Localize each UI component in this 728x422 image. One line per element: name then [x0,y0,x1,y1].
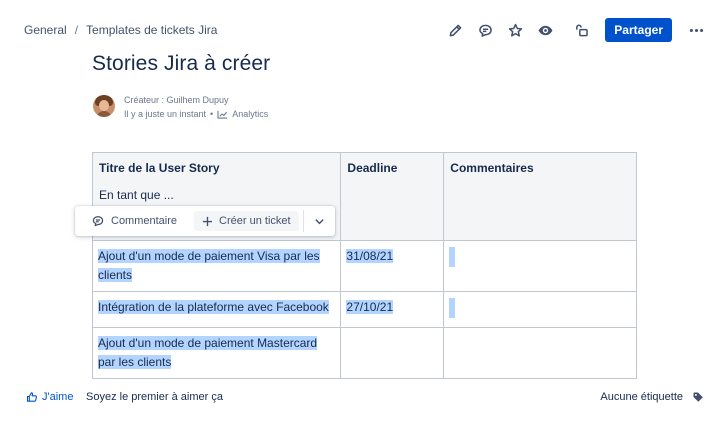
story-title: Ajout d'un mode de paiement Visa par les… [98,249,320,282]
breadcrumb-general[interactable]: General [24,23,67,37]
cell-comment[interactable] [443,240,637,292]
breadcrumb-templates[interactable]: Templates de tickets Jira [86,23,217,37]
comment-button[interactable] [473,18,497,42]
top-bar: General / Templates de tickets Jira Part… [0,0,728,60]
inline-comment-button[interactable]: Commentaire [81,210,187,232]
eye-icon [538,25,553,35]
cell-deadline[interactable] [340,327,445,379]
story-deadline: 31/08/21 [346,249,394,263]
star-icon [508,23,523,37]
page-actions: Partager [443,18,706,42]
breadcrumb-separator: / [74,23,79,37]
like-label: J'aime [42,391,74,403]
like-first-text: Soyez le premier à aimer ça [86,391,223,403]
header-cell-deadline[interactable]: Deadline [340,152,445,241]
unlock-icon [575,23,588,36]
page-title: Stories Jira à créer [92,52,271,75]
restrictions-button[interactable] [569,18,593,42]
more-options-dropdown[interactable] [309,211,329,231]
cell-title[interactable]: Intégration de la plateforme avec Facebo… [91,291,342,328]
comment-icon [479,24,492,37]
header-deadline-label: Deadline [347,161,398,175]
header-title-label: Titre de la User Story [99,161,220,175]
cell-title[interactable]: Ajout d'un mode de paiement Visa par les… [91,240,342,292]
analytics-link[interactable]: Analytics [232,107,268,121]
story-title: Ajout d'un mode de paiement Mastercard p… [98,336,318,369]
selection-toolbar: Commentaire Créer un ticket [75,206,335,236]
more-icon [689,28,703,32]
create-ticket-label: Créer un ticket [219,215,291,227]
cell-title[interactable]: Ajout d'un mode de paiement Mastercard p… [91,327,342,379]
labels-area: Aucune étiquette [600,391,704,403]
cell-comment[interactable] [443,327,637,379]
create-ticket-button[interactable]: Créer un ticket [194,211,299,231]
table-row: Ajout d'un mode de paiement Mastercard p… [91,327,637,379]
thumbs-up-icon [26,392,37,402]
plus-icon [202,216,213,226]
no-labels-text: Aucune étiquette [600,391,683,403]
inline-comment-label: Commentaire [111,215,178,227]
chevron-down-icon [314,218,324,224]
tag-icon[interactable] [692,391,704,403]
stories-table: Titre de la User Story En tant que ... D… [91,152,637,379]
byline-bullet: • [210,109,214,119]
table-row: Ajout d'un mode de paiement Visa par les… [91,240,637,292]
story-deadline: 27/10/21 [346,300,394,314]
table-row: Intégration de la plateforme avec Facebo… [91,291,637,328]
page-footer: J'aime Soyez le premier à aimer ça Aucun… [0,388,728,408]
like-button[interactable]: J'aime [26,391,73,403]
story-title: Intégration de la plateforme avec Facebo… [98,300,329,314]
selection-caret [449,247,456,267]
more-actions-button[interactable] [686,18,706,42]
watch-button[interactable] [533,18,557,42]
cell-deadline[interactable]: 27/10/21 [340,291,445,328]
comment-icon [92,216,104,227]
toolbar-divider [302,210,304,232]
time-line: Il y a juste un instant [124,109,207,119]
cell-comment[interactable] [443,291,637,328]
analytics-icon [217,110,228,119]
byline: Créateur : Guilhem Dupuy Il y a juste un… [93,93,268,121]
author-line: Créateur : Guilhem Dupuy [124,95,229,105]
header-subtext: En tant que ... [99,188,174,202]
share-button[interactable]: Partager [605,18,672,42]
selection-caret [449,298,456,318]
header-comments-label: Commentaires [450,161,534,175]
cell-deadline[interactable]: 31/08/21 [340,240,445,292]
header-cell-comments[interactable]: Commentaires [443,152,637,241]
avatar[interactable] [93,95,115,117]
breadcrumb: General / Templates de tickets Jira [24,23,217,37]
edit-button[interactable] [443,18,467,42]
pencil-icon [449,24,462,36]
star-button[interactable] [503,18,527,42]
